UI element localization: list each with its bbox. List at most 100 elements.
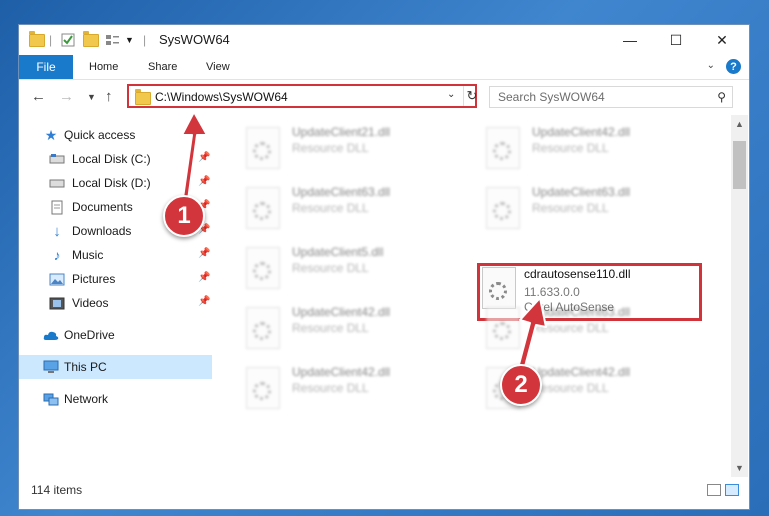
- dll-file-icon: [246, 127, 280, 169]
- search-placeholder: Search SysWOW64: [498, 90, 605, 104]
- folder-icon[interactable]: [29, 30, 45, 48]
- pin-icon[interactable]: 📌: [198, 272, 210, 283]
- file-item[interactable]: UpdateClient63.dll Resource DLL: [234, 181, 464, 233]
- nav-label: This PC: [64, 360, 107, 374]
- pin-icon[interactable]: 📌: [198, 176, 210, 187]
- item-count: 114 items: [31, 483, 83, 497]
- new-folder-icon[interactable]: [83, 30, 99, 48]
- scroll-down-icon[interactable]: ▼: [735, 463, 744, 473]
- address-bar[interactable]: C:\Windows\SysWOW64 ⌄ ↻: [127, 84, 477, 108]
- file-description: Resource DLL: [292, 321, 369, 335]
- nav-item-music[interactable]: ♪ Music 📌: [19, 243, 212, 267]
- file-name: UpdateClient5.dll: [292, 245, 384, 259]
- network-icon: [43, 391, 59, 407]
- file-description: Resource DLL: [292, 381, 369, 395]
- nav-item-pictures[interactable]: Pictures 📌: [19, 267, 212, 291]
- view-toggle: [707, 484, 739, 496]
- scroll-up-icon[interactable]: ▲: [735, 119, 744, 129]
- search-input[interactable]: Search SysWOW64 ⚲: [489, 86, 733, 108]
- nav-network[interactable]: Network: [19, 387, 212, 411]
- pictures-icon: [49, 271, 65, 287]
- back-arrow-icon[interactable]: ←: [31, 88, 46, 105]
- file-item[interactable]: UpdateClient5.dll Resource DLL: [234, 241, 464, 293]
- recent-dropdown-icon[interactable]: ▼: [87, 92, 96, 102]
- chevron-down-icon[interactable]: ⌄: [707, 60, 715, 71]
- dll-file-icon: [246, 367, 280, 409]
- up-arrow-icon[interactable]: ↑: [105, 88, 113, 105]
- file-description: Resource DLL: [292, 201, 369, 215]
- pin-icon[interactable]: 📌: [198, 248, 210, 259]
- pin-icon[interactable]: 📌: [198, 152, 210, 163]
- file-description: Resource DLL: [532, 141, 609, 155]
- file-item[interactable]: UpdateClient42.dll Resource DLL: [234, 361, 464, 413]
- step-2-badge: 2: [500, 364, 542, 406]
- properties-icon[interactable]: [61, 32, 75, 48]
- tab-file[interactable]: File: [19, 55, 73, 79]
- dll-file-icon: [246, 247, 280, 289]
- nav-label: OneDrive: [64, 328, 115, 342]
- computer-icon: [43, 359, 59, 375]
- dll-file-icon: [486, 187, 520, 229]
- nav-label: Music: [72, 248, 104, 262]
- qa-dropdown-icon[interactable]: ▼: [125, 32, 134, 48]
- pin-icon[interactable]: 📌: [198, 296, 210, 307]
- drive-icon: [49, 151, 65, 167]
- scrollbar-thumb[interactable]: [733, 141, 746, 189]
- maximize-button[interactable]: ☐: [653, 25, 699, 55]
- nav-item-local-disk-c[interactable]: Local Disk (C:) 📌: [19, 147, 212, 171]
- tab-share[interactable]: Share: [148, 55, 177, 79]
- dll-file-icon: [246, 307, 280, 349]
- status-bar: 114 items: [19, 477, 749, 509]
- forward-arrow-icon[interactable]: →: [59, 88, 74, 105]
- nav-label: Videos: [72, 296, 109, 310]
- refresh-icon[interactable]: ↻: [463, 86, 480, 106]
- file-item[interactable]: UpdateClient63.dll Resource DLL: [474, 181, 704, 233]
- star-icon: ★: [44, 126, 58, 143]
- vertical-scrollbar[interactable]: ▲ ▼: [731, 115, 748, 477]
- nav-label: Local Disk (C:): [72, 152, 151, 166]
- file-item[interactable]: UpdateClient21.dll Resource DLL: [234, 121, 464, 173]
- nav-label: Local Disk (D:): [72, 176, 151, 190]
- file-name: UpdateClient63.dll: [532, 305, 631, 319]
- file-list: UpdateClient21.dll Resource DLL UpdateCl…: [224, 115, 729, 477]
- nav-item-local-disk-d[interactable]: Local Disk (D:) 📌: [19, 171, 212, 195]
- explorer-window: | ▼ | SysWOW64 — ☐ ✕ File Home Share Vie…: [18, 24, 750, 510]
- file-name: UpdateClient42.dll: [532, 125, 631, 139]
- nav-this-pc[interactable]: This PC: [19, 355, 212, 379]
- nav-item-videos[interactable]: Videos 📌: [19, 291, 212, 315]
- tab-home[interactable]: Home: [89, 55, 118, 79]
- tab-view[interactable]: View: [206, 55, 230, 79]
- details-view-icon[interactable]: [707, 484, 721, 496]
- cloud-icon: [43, 327, 59, 343]
- file-item[interactable]: UpdateClient63.dll Resource DLL: [474, 301, 704, 353]
- title-bar: | ▼ | SysWOW64 — ☐ ✕: [19, 25, 749, 55]
- navigation-pane: ★ Quick access Local Disk (C:) 📌 Local D…: [19, 115, 212, 477]
- file-name: UpdateClient42.dll: [292, 305, 391, 319]
- search-icon: ⚲: [717, 90, 726, 104]
- address-path: C:\Windows\SysWOW64: [155, 90, 288, 104]
- document-icon: [49, 199, 65, 215]
- help-icon[interactable]: ?: [726, 59, 741, 74]
- minimize-button[interactable]: —: [607, 25, 653, 55]
- step-1-badge: 1: [163, 195, 205, 237]
- window-title: SysWOW64: [159, 32, 230, 47]
- file-item[interactable]: UpdateClient42.dll Resource DLL: [234, 301, 464, 353]
- ribbon-tabs: File Home Share View ⌄ ?: [19, 55, 749, 80]
- tiles-view-icon[interactable]: [725, 484, 739, 496]
- file-description: Resource DLL: [532, 201, 609, 215]
- dll-file-icon: [486, 307, 520, 349]
- file-description: Resource DLL: [292, 261, 369, 275]
- nav-quick-access[interactable]: ★ Quick access: [19, 123, 212, 147]
- nav-label: Quick access: [64, 128, 136, 142]
- file-description: Resource DLL: [532, 321, 609, 335]
- file-name: UpdateClient63.dll: [292, 185, 391, 199]
- customize-icon[interactable]: [105, 32, 121, 48]
- file-item[interactable]: UpdateClient42.dll Resource DLL: [474, 121, 704, 173]
- close-button[interactable]: ✕: [699, 25, 745, 55]
- download-arrow-icon: ↓: [53, 222, 61, 240]
- chevron-down-icon[interactable]: ⌄: [447, 89, 455, 100]
- file-description: Resource DLL: [532, 381, 609, 395]
- videos-icon: [49, 295, 65, 311]
- nav-label: Documents: [72, 200, 133, 214]
- nav-onedrive[interactable]: OneDrive: [19, 323, 212, 347]
